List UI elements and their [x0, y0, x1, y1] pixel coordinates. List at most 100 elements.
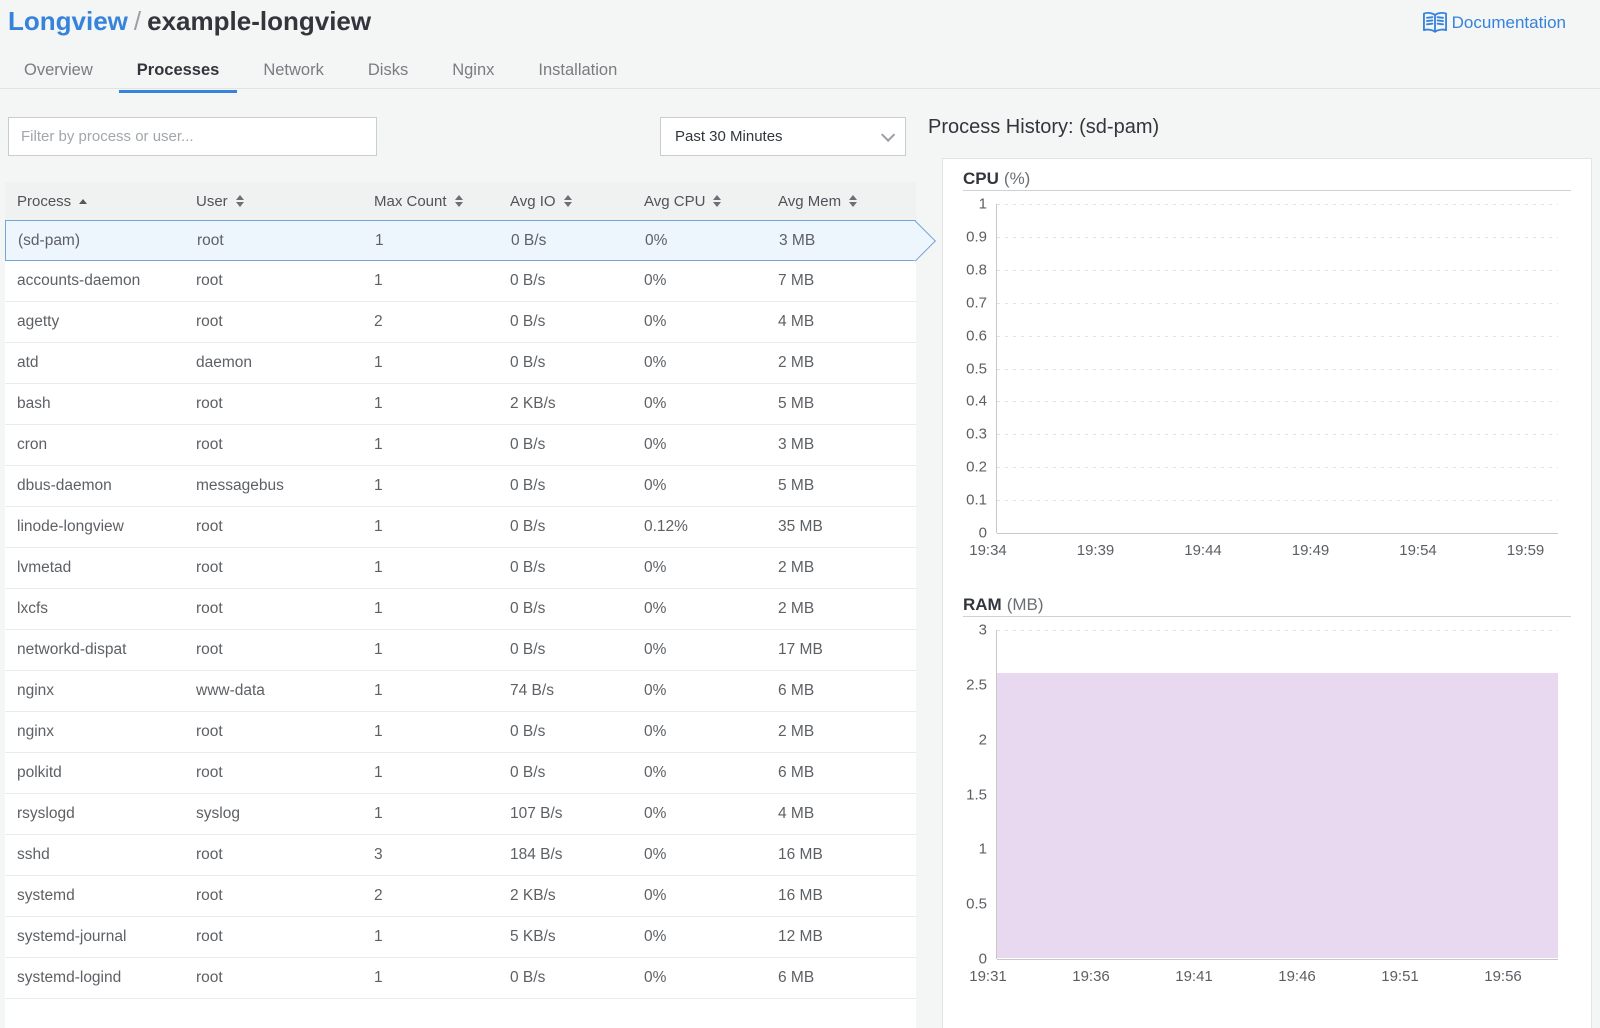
triangle-up-icon	[563, 195, 572, 200]
x-tick-label: 19:36	[1072, 968, 1110, 985]
cell-avg_cpu: 0%	[644, 764, 667, 781]
cell-process: bash	[17, 395, 51, 412]
cell-avg_mem: 4 MB	[778, 805, 815, 822]
cell-avg_cpu: 0%	[644, 805, 667, 822]
table-row[interactable]: accounts-daemon root 1 0 B/s 0% 7 MB	[5, 261, 916, 302]
table-row[interactable]: linode-longview root 1 0 B/s 0.12% 35 MB	[5, 507, 916, 548]
documentation-link[interactable]: Documentation	[1422, 11, 1566, 35]
table-row[interactable]: nginx root 1 0 B/s 0% 2 MB	[5, 712, 916, 753]
cell-avg_cpu: 0%	[644, 969, 667, 986]
triangle-up-icon	[454, 195, 463, 200]
time-range-select[interactable]: Past 30 Minutes	[660, 117, 906, 156]
table-row[interactable]: bash root 1 2 KB/s 0% 5 MB	[5, 384, 916, 425]
column-label: User	[196, 192, 228, 210]
y-tick-label: 0.2	[966, 458, 987, 476]
column-header-process[interactable]: Process	[5, 193, 184, 210]
tab-network[interactable]: Network	[245, 55, 342, 93]
x-tick-label: 19:51	[1381, 968, 1419, 985]
table-row[interactable]: polkitd root 1 0 B/s 0% 6 MB	[5, 753, 916, 794]
table-row[interactable]: dbus-daemon messagebus 1 0 B/s 0% 5 MB	[5, 466, 916, 507]
cell-max_count: 1	[374, 600, 383, 617]
breadcrumb-longview-link[interactable]: Longview	[8, 6, 128, 36]
cell-user: daemon	[196, 354, 253, 371]
gridline	[997, 204, 1558, 205]
tab-nginx[interactable]: Nginx	[434, 55, 512, 93]
table-row[interactable]: agetty root 2 0 B/s 0% 4 MB	[5, 302, 916, 343]
table-row[interactable]: lvmetad root 1 0 B/s 0% 2 MB	[5, 548, 916, 589]
cell-avg_mem: 16 MB	[778, 846, 823, 863]
cell-avg_mem: 4 MB	[778, 313, 815, 330]
table-row[interactable]: cron root 1 0 B/s 0% 3 MB	[5, 425, 916, 466]
column-label: Max Count	[374, 192, 447, 210]
table-row[interactable]: networkd-dispat root 1 0 B/s 0% 17 MB	[5, 630, 916, 671]
cell-process: dbus-daemon	[17, 477, 112, 494]
triangle-up-icon	[849, 195, 858, 200]
y-tick-label: 2	[978, 731, 987, 749]
table-row[interactable]: nginx www-data 1 74 B/s 0% 6 MB	[5, 671, 916, 712]
table-row[interactable]: systemd-logind root 1 0 B/s 0% 6 MB	[5, 958, 916, 999]
table-row[interactable]: atd daemon 1 0 B/s 0% 2 MB	[5, 343, 916, 384]
cell-process: rsyslogd	[17, 805, 75, 822]
x-tick-label: 19:49	[1291, 542, 1330, 559]
book-icon	[1422, 11, 1448, 35]
column-header-avg-mem[interactable]: Avg Mem	[766, 193, 904, 210]
cell-avg_io: 0 B/s	[510, 436, 546, 453]
cell-process: (sd-pam)	[18, 231, 81, 249]
column-header-avg-io[interactable]: Avg IO	[498, 193, 632, 210]
cell-avg_mem: 16 MB	[778, 887, 823, 904]
cell-max_count: 1	[374, 723, 383, 740]
y-tick-label: 0.8	[966, 261, 987, 279]
cell-avg_io: 0 B/s	[510, 313, 546, 330]
cell-avg_cpu: 0%	[644, 354, 667, 371]
y-tick-label: 3	[978, 621, 987, 639]
tab-disks[interactable]: Disks	[350, 55, 426, 93]
cell-process: atd	[17, 354, 39, 371]
ram-chart-unit: (MB)	[1006, 595, 1044, 614]
cell-avg_cpu: 0%	[644, 477, 667, 494]
cell-user: root	[196, 641, 223, 658]
cpu-chart-header: CPU (%)	[963, 169, 1571, 191]
y-tick-label: 1	[978, 840, 987, 858]
sort-toggle-icon	[563, 195, 572, 207]
cell-user: root	[196, 436, 223, 453]
gridline	[997, 630, 1558, 631]
cell-avg_cpu: 0%	[644, 928, 667, 945]
x-tick-label: 19:46	[1278, 968, 1316, 985]
process-filter-input[interactable]	[8, 117, 377, 156]
cell-user: root	[196, 723, 223, 740]
column-header-user[interactable]: User	[184, 193, 362, 210]
table-row[interactable]: rsyslogd syslog 1 107 B/s 0% 4 MB	[5, 794, 916, 835]
cell-avg_io: 0 B/s	[511, 231, 547, 249]
cell-user: root	[196, 928, 223, 945]
cell-avg_mem: 7 MB	[778, 272, 815, 289]
breadcrumb-separator: /	[133, 6, 142, 36]
cell-avg_io: 74 B/s	[510, 682, 554, 699]
ram-chart: RAM (MB) 3 2.5 2 1.5 1 0.5 0 19:31 19:36 19:41 19…	[943, 595, 1591, 989]
y-tick-label: 0.6	[966, 327, 987, 345]
cpu-chart-title: CPU	[963, 169, 999, 188]
tab-bar: Overview Processes Network Disks Nginx Instal…	[6, 55, 635, 93]
x-tick-label: 19:59	[1506, 542, 1545, 559]
cell-user: root	[196, 887, 223, 904]
sort-toggle-icon	[713, 195, 722, 207]
table-row[interactable]: systemd root 2 2 KB/s 0% 16 MB	[5, 876, 916, 917]
cell-avg_io: 0 B/s	[510, 600, 546, 617]
table-row[interactable]: (sd-pam) root 1 0 B/s 0% 3 MB	[5, 220, 916, 261]
x-tick-label: 19:54	[1399, 542, 1437, 559]
column-header-max-count[interactable]: Max Count	[362, 193, 498, 210]
column-header-avg-cpu[interactable]: Avg CPU	[632, 193, 766, 210]
table-row[interactable]: sshd root 3 184 B/s 0% 16 MB	[5, 835, 916, 876]
y-tick-label: 0.4	[966, 392, 987, 410]
tab-overview[interactable]: Overview	[6, 55, 111, 93]
column-label: Process	[17, 192, 72, 210]
table-row[interactable]: systemd-journal root 1 5 KB/s 0% 12 MB	[5, 917, 916, 958]
y-tick-label: 1	[978, 195, 987, 213]
documentation-label: Documentation	[1451, 13, 1566, 32]
triangle-down-icon	[713, 202, 722, 207]
table-row[interactable]: lxcfs root 1 0 B/s 0% 2 MB	[5, 589, 916, 630]
cell-avg_mem: 5 MB	[778, 395, 815, 412]
tab-processes[interactable]: Processes	[118, 55, 238, 93]
tab-installation[interactable]: Installation	[520, 55, 635, 93]
column-label: Avg Mem	[778, 192, 842, 210]
cell-max_count: 2	[374, 887, 383, 904]
